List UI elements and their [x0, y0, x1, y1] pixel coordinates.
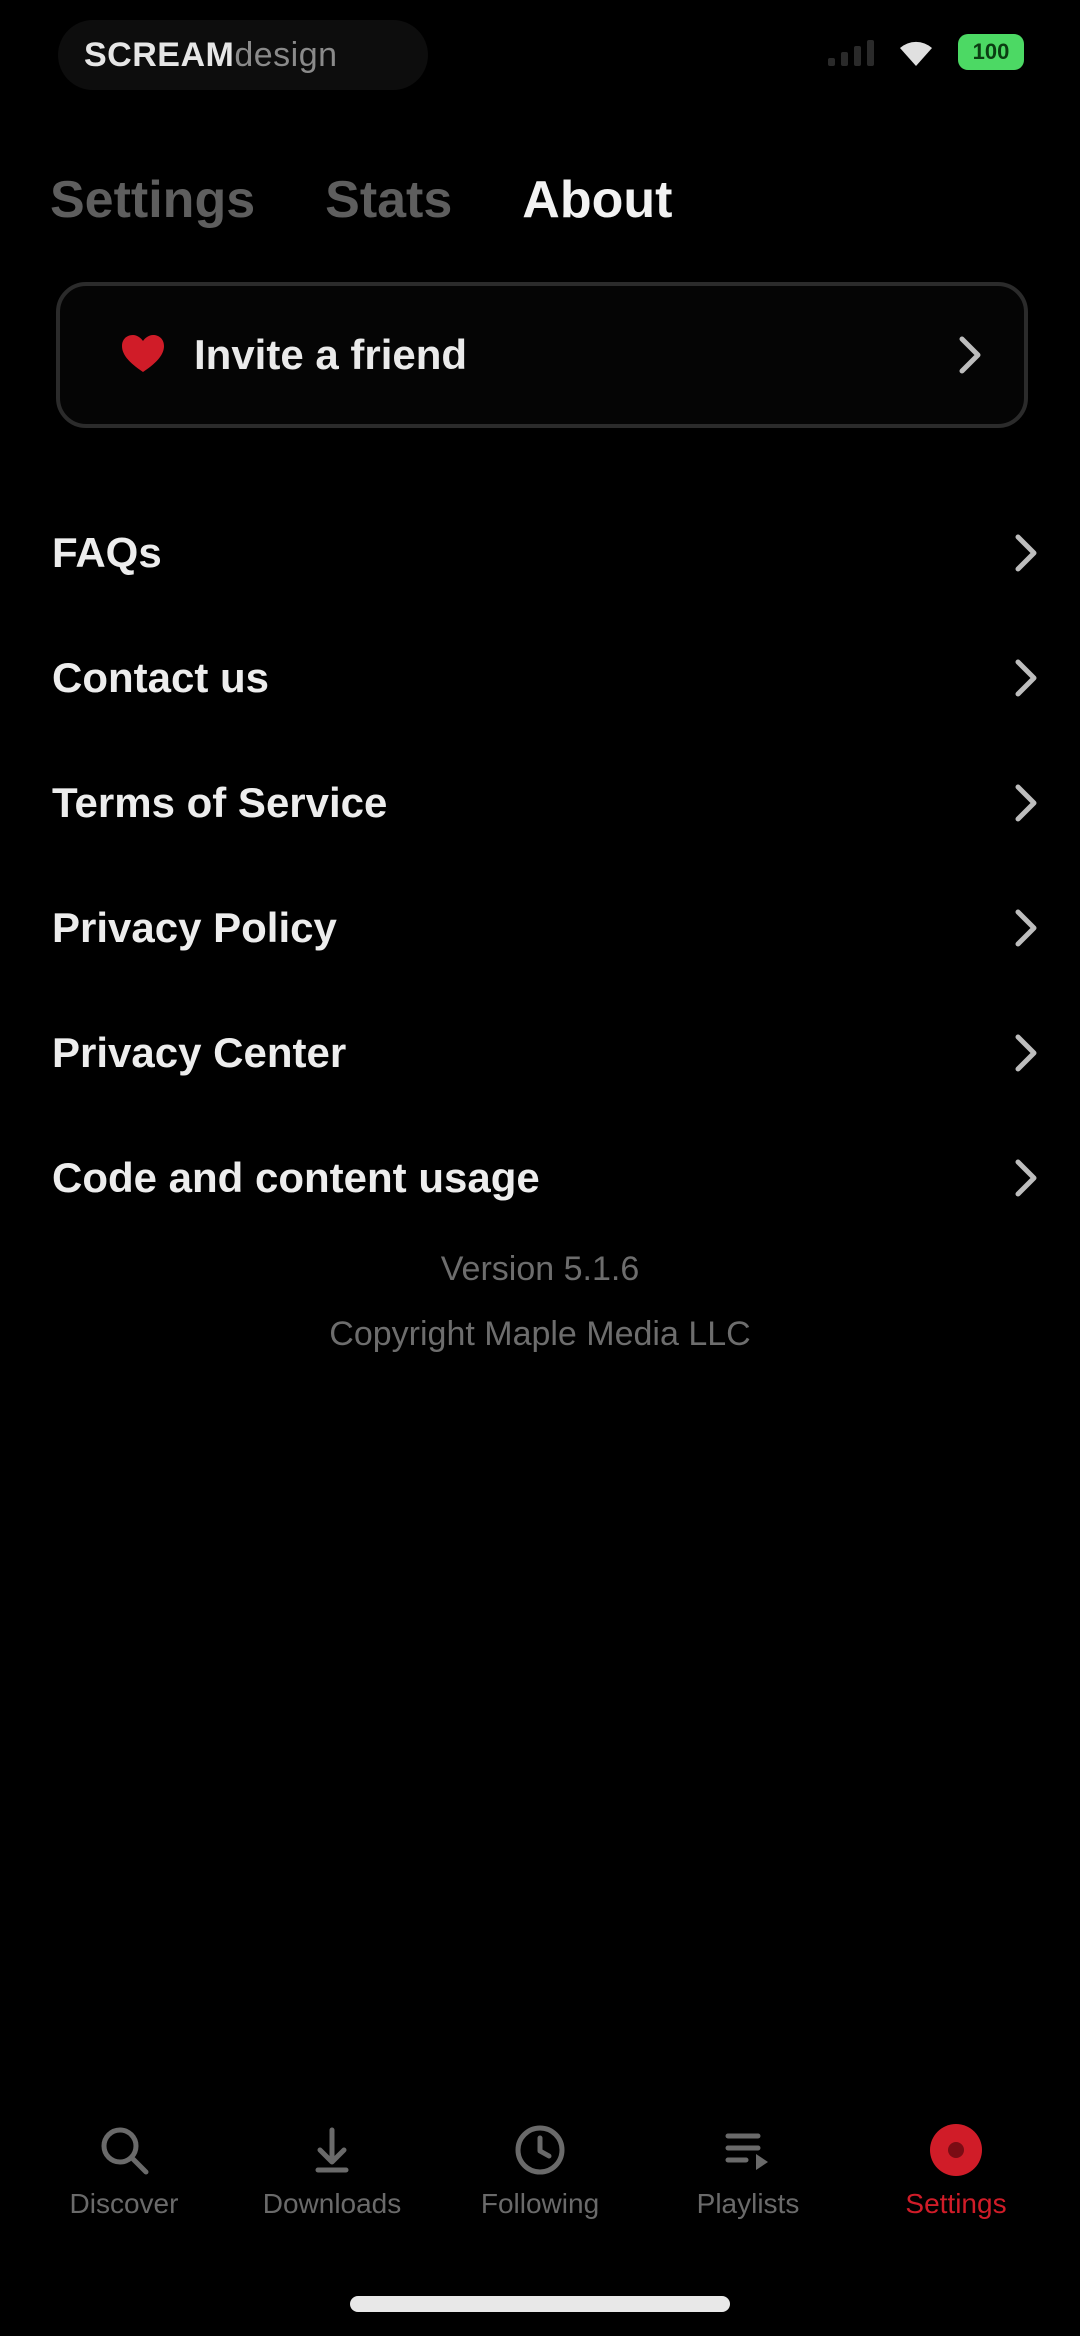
chevron-right-icon [1015, 784, 1037, 821]
app-indicator-pill[interactable]: SCREAM design [58, 20, 428, 90]
menu-item-label: FAQs [52, 528, 162, 576]
version-text: Version 5.1.6 [440, 1250, 640, 1288]
chevron-right-icon [1015, 534, 1037, 571]
clock-icon [515, 2125, 565, 2175]
menu-item-label: Contact us [52, 653, 270, 701]
chevron-right-icon [959, 336, 981, 374]
status-bar: SCREAM design 100 [0, 0, 1080, 120]
battery-level: 100 [972, 39, 1010, 64]
home-indicator[interactable] [350, 2296, 730, 2312]
chevron-right-icon [1015, 909, 1037, 946]
top-tabs: Settings Stats About [50, 170, 672, 230]
chevron-right-icon [1015, 659, 1037, 696]
nav-label: Downloads [262, 2188, 402, 2219]
nav-label: Playlists [696, 2188, 800, 2219]
wifi-icon [900, 41, 932, 66]
settings-icon [930, 2124, 982, 2176]
menu-item-label: Terms of Service [52, 778, 388, 826]
app-brand: SCREAM [84, 35, 235, 74]
nav-downloads[interactable]: Downloads [228, 2120, 436, 2250]
copyright-text: Copyright Maple Media LLC [329, 1315, 751, 1353]
menu-item-contact-us[interactable]: Contact us [0, 615, 1080, 740]
menu-item-terms-of-service[interactable]: Terms of Service [0, 740, 1080, 865]
chevron-right-icon [1015, 1034, 1037, 1071]
tab-settings[interactable]: Settings [50, 170, 255, 230]
nav-discover[interactable]: Discover [20, 2120, 228, 2250]
signal-icon [828, 38, 874, 66]
invite-friend-label: Invite a friend [194, 331, 468, 378]
nav-settings[interactable]: Settings [852, 2120, 1060, 2250]
nav-label: Discover [69, 2188, 179, 2219]
status-icons: 100 [828, 34, 1024, 70]
menu-item-privacy-policy[interactable]: Privacy Policy [0, 865, 1080, 990]
tab-about[interactable]: About [522, 170, 672, 230]
menu-item-label: Privacy Center [52, 1028, 347, 1076]
nav-label: Settings [905, 2188, 1007, 2219]
invite-friend-button[interactable]: Invite a friend [56, 282, 1028, 428]
playlist-icon [725, 2133, 768, 2170]
menu-item-code-content-usage[interactable]: Code and content usage [0, 1115, 1080, 1240]
chevron-right-icon [1015, 1159, 1037, 1196]
nav-following[interactable]: Following [436, 2120, 644, 2250]
heart-icon [122, 335, 164, 372]
about-screen: SCREAM design 100 Settings Stats About I… [0, 0, 1080, 2336]
nav-playlists[interactable]: Playlists [644, 2120, 852, 2250]
menu-item-privacy-center[interactable]: Privacy Center [0, 990, 1080, 1115]
battery-icon: 100 [958, 34, 1024, 70]
nav-label: Following [480, 2188, 600, 2219]
menu-item-faqs[interactable]: FAQs [0, 490, 1080, 615]
download-icon [315, 2127, 349, 2173]
app-brand-sub: design [234, 35, 338, 74]
bottom-nav: Discover Downloads Following Playlists S… [0, 2120, 1080, 2250]
menu-item-label: Code and content usage [52, 1153, 540, 1201]
tab-stats[interactable]: Stats [325, 170, 452, 230]
about-menu-list: FAQs Contact us Terms of Service Privacy… [0, 490, 1080, 1240]
menu-item-label: Privacy Policy [52, 903, 337, 951]
search-icon [101, 2127, 149, 2175]
